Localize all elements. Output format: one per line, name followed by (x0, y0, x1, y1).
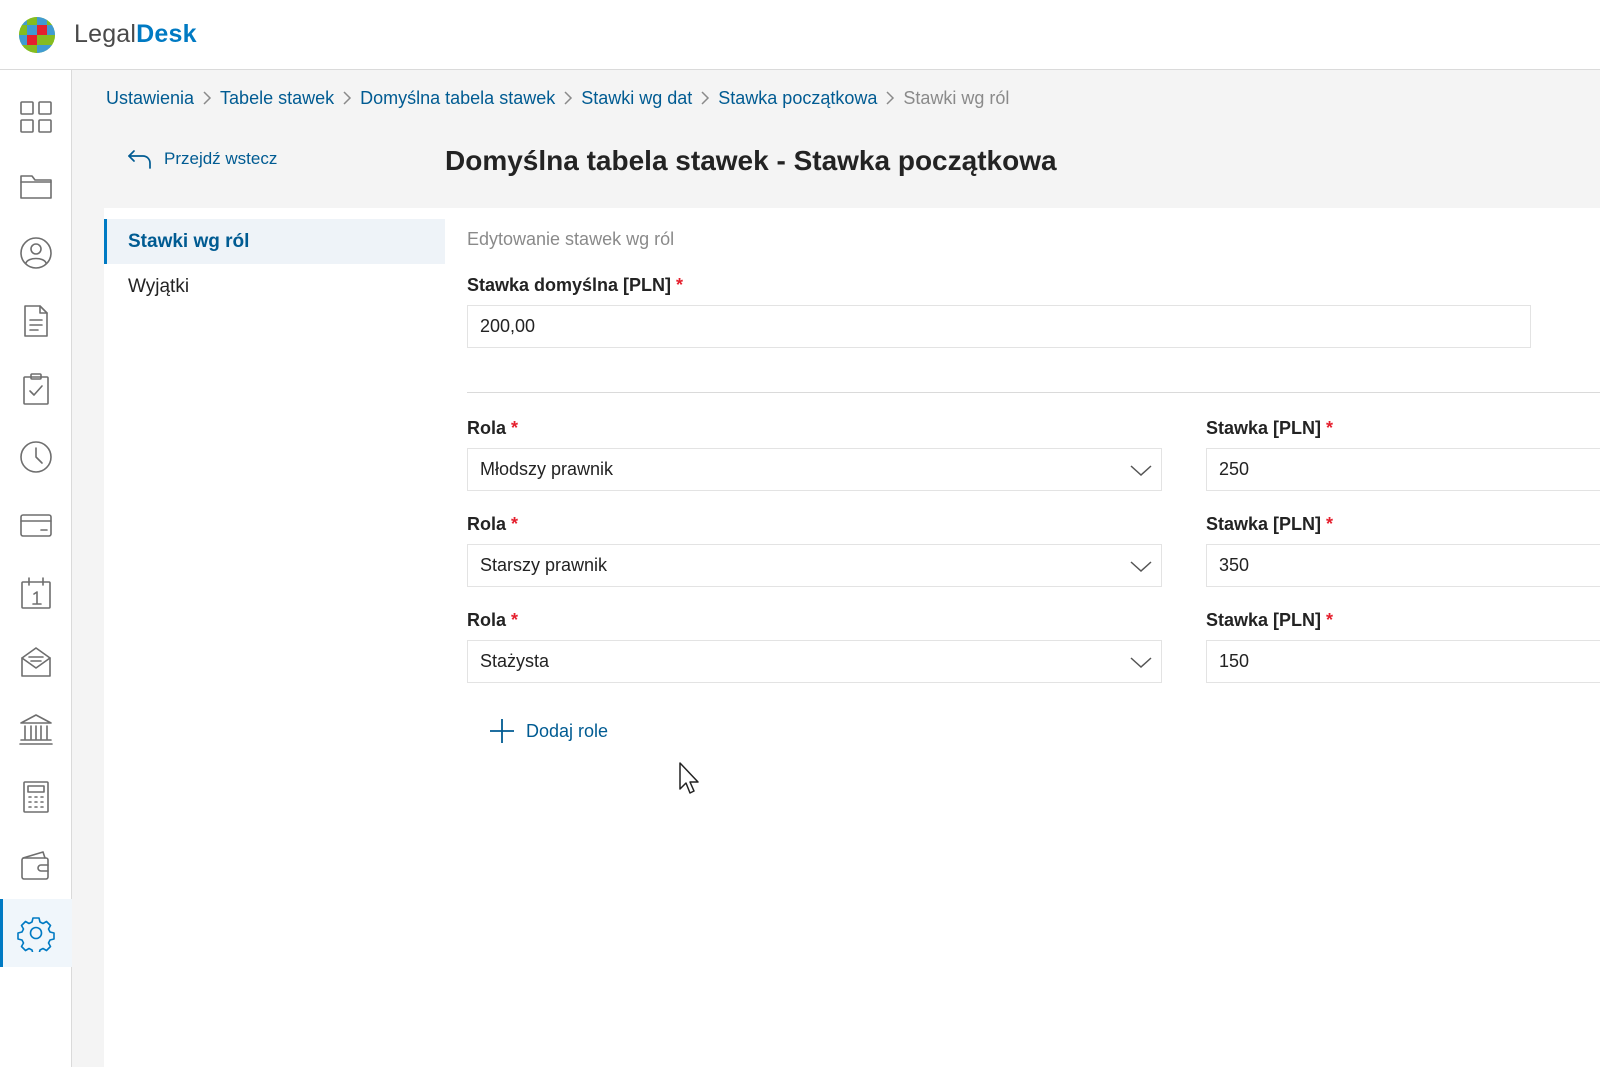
menu-item-wyjatki[interactable]: Wyjątki (104, 264, 445, 309)
document-icon (24, 305, 48, 337)
rate-label-text: Stawka [PLN] (1206, 418, 1322, 438)
required-mark: * (511, 610, 519, 630)
required-mark: * (676, 275, 684, 295)
default-rate-input[interactable]: 200,00 (467, 305, 1531, 348)
nav-settings[interactable] (0, 899, 72, 967)
nav-wallet[interactable] (0, 831, 72, 899)
chevron-down-icon (1129, 557, 1153, 575)
nav-contacts[interactable] (0, 219, 72, 287)
top-bar: LegalDesk (0, 0, 1600, 70)
breadcrumb-stawka-poczatkowa[interactable]: Stawka początkowa (718, 88, 877, 109)
section-menu: Stawki wg ról Wyjątki (104, 219, 445, 309)
rate-input-1[interactable]: 250 (1206, 448, 1600, 491)
dashboard-icon (20, 101, 52, 133)
nav-time[interactable] (0, 423, 72, 491)
role-label-text: Rola (467, 610, 507, 630)
role-label: Rola * (467, 610, 518, 631)
card-icon (20, 514, 52, 537)
rate-label-text: Stawka [PLN] (1206, 610, 1322, 630)
divider (467, 392, 1600, 393)
add-role-label: Dodaj role (526, 720, 609, 741)
plus-icon (490, 719, 514, 743)
gear-icon (17, 917, 55, 952)
default-rate-label-text: Stawka domyślna [PLN] (467, 275, 672, 295)
wallet-icon (21, 851, 49, 880)
role-select-value: Stażysta (480, 651, 550, 671)
nav-inbox[interactable] (0, 627, 72, 695)
chevron-down-icon (1129, 653, 1153, 671)
page-title: Domyślna tabela stawek - Stawka początko… (445, 145, 1057, 176)
mouse-cursor-icon (679, 762, 699, 794)
folder-icon (20, 175, 52, 199)
breadcrumb-stawki-wg-dat[interactable]: Stawki wg dat (581, 88, 692, 109)
default-rate-label: Stawka domyślna [PLN] * (467, 275, 683, 296)
back-label: Przejdź wstecz (164, 149, 278, 168)
required-mark: * (1326, 514, 1334, 534)
chevron-right-icon (555, 88, 581, 108)
section-title: Edytowanie stawek wg ról (467, 229, 675, 249)
rate-input-2[interactable]: 350 (1206, 544, 1600, 587)
nav-calendar[interactable] (0, 559, 72, 627)
required-mark: * (511, 418, 519, 438)
nav-court[interactable] (0, 695, 72, 763)
calendar-icon (21, 577, 51, 609)
back-arrow-icon (128, 150, 151, 169)
breadcrumb-ustawienia[interactable]: Ustawienia (106, 88, 194, 109)
role-label-text: Rola (467, 514, 507, 534)
bank-icon (19, 714, 53, 745)
rate-label: Stawka [PLN] * (1206, 610, 1333, 631)
back-button[interactable]: Przejdź wstecz (126, 148, 277, 170)
brand-part2: Desk (136, 20, 197, 48)
role-select-value: Starszy prawnik (480, 555, 608, 575)
menu-item-stawki-wg-rol[interactable]: Stawki wg ról (104, 219, 445, 264)
breadcrumb: Ustawienia Tabele stawek Domyślna tabela… (106, 86, 1009, 110)
rate-label: Stawka [PLN] * (1206, 514, 1333, 535)
calculator-icon (23, 781, 49, 813)
breadcrumb-domyslna-tabela[interactable]: Domyślna tabela stawek (360, 88, 555, 109)
nav-dashboard[interactable] (0, 83, 72, 151)
chevron-right-icon (334, 88, 360, 108)
nav-billing[interactable] (0, 491, 72, 559)
rate-label-text: Stawka [PLN] (1206, 514, 1322, 534)
nav-tasks[interactable] (0, 355, 72, 423)
rate-input-3[interactable]: 150 (1206, 640, 1600, 683)
chevron-right-icon (194, 88, 220, 108)
add-role-button[interactable]: Dodaj role (488, 717, 608, 745)
breadcrumb-tabele-stawek[interactable]: Tabele stawek (220, 88, 334, 109)
role-label: Rola * (467, 514, 518, 535)
nav-documents[interactable] (0, 287, 72, 355)
chevron-right-icon (877, 88, 903, 108)
sidebar (0, 70, 72, 1067)
chevron-right-icon (692, 88, 718, 108)
nav-folders[interactable] (0, 151, 72, 219)
rate-label: Stawka [PLN] * (1206, 418, 1333, 439)
logo-icon (19, 16, 55, 53)
role-label-text: Rola (467, 418, 507, 438)
role-select-1[interactable]: Młodszy prawnik (467, 448, 1162, 491)
role-select-3[interactable]: Stażysta (467, 640, 1162, 683)
clock-icon (20, 441, 52, 473)
brand-part1: Legal (74, 20, 137, 48)
breadcrumb-current: Stawki wg ról (903, 87, 1010, 108)
chevron-down-icon (1129, 461, 1153, 479)
required-mark: * (1326, 610, 1334, 630)
role-label: Rola * (467, 418, 518, 439)
required-mark: * (1326, 418, 1334, 438)
role-select-2[interactable]: Starszy prawnik (467, 544, 1162, 587)
inbox-icon (21, 647, 51, 677)
clipboard-check-icon (23, 373, 49, 405)
app-brand: LegalDesk (74, 20, 197, 49)
required-mark: * (511, 514, 519, 534)
role-select-value: Młodszy prawnik (480, 459, 614, 479)
user-icon (20, 237, 52, 269)
nav-calculator[interactable] (0, 763, 72, 831)
